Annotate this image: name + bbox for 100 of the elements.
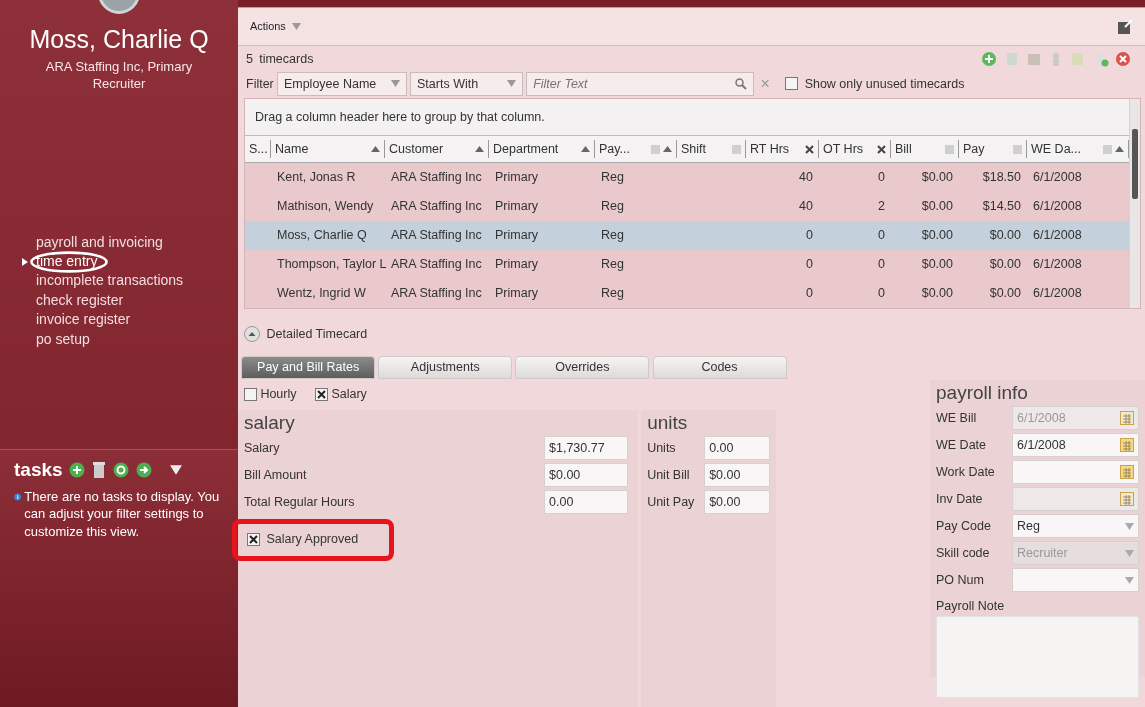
- sort-arrow-icon[interactable]: [581, 146, 590, 152]
- table-cell-text: Primary: [494, 198, 540, 216]
- checkbox[interactable]: [785, 77, 799, 91]
- sort-arrow-icon[interactable]: [663, 146, 672, 152]
- panel-title: payroll info: [936, 382, 1029, 405]
- table-cell-text: Primary: [494, 227, 540, 245]
- dropdown-icon: [169, 465, 182, 476]
- table-cell-text: 6/1/2008: [1032, 227, 1083, 245]
- collapse-icon[interactable]: [244, 326, 261, 343]
- checkbox[interactable]: [247, 532, 261, 546]
- dropdown-field[interactable]: [1012, 568, 1139, 593]
- nav-link[interactable]: po setup: [36, 329, 90, 350]
- field-label: Unit Pay: [647, 493, 696, 511]
- forward-icon[interactable]: [135, 462, 152, 479]
- tasks-message: There are no tasks to display. You can adjust your filter settings to customize this view.: [24, 487, 221, 541]
- note-field[interactable]: [936, 615, 1139, 698]
- column-header[interactable]: Bill: [891, 140, 959, 158]
- table-cell-text: 40: [798, 169, 814, 187]
- column-header[interactable]: Name: [271, 140, 385, 158]
- trash-icon[interactable]: [91, 461, 108, 480]
- column-header[interactable]: Shift: [677, 140, 746, 158]
- field-label: WE Bill: [936, 409, 978, 427]
- nav-link[interactable]: invoice register: [36, 310, 131, 330]
- search-icon[interactable]: [735, 77, 748, 90]
- nav-link[interactable]: payroll and invoicing: [36, 232, 163, 252]
- column-header[interactable]: RT Hrs: [746, 140, 819, 158]
- checkbox[interactable]: [315, 387, 329, 401]
- table-cell-text: Primary: [494, 169, 540, 187]
- column-header[interactable]: OT Hrs: [819, 140, 891, 158]
- refresh-icon[interactable]: [113, 462, 130, 479]
- table-cell-text: $18.50: [981, 169, 1022, 187]
- table-cell-text: $0.00: [920, 227, 954, 245]
- selected-arrow-icon: [22, 258, 28, 266]
- actions-menu[interactable]: Actions: [250, 18, 302, 35]
- filter-input[interactable]: Filter Text: [533, 74, 730, 94]
- text-field[interactable]: 0.00: [704, 436, 771, 461]
- table-cell-text: 0: [805, 285, 814, 303]
- date-field[interactable]: 6/1/2008: [1012, 433, 1139, 458]
- table-cell-text: 6/1/2008: [1032, 285, 1083, 303]
- table-cell-text: Reg: [600, 285, 625, 303]
- checkbox-label: Salary Approved: [266, 530, 359, 548]
- column-header[interactable]: WE Da...: [1027, 140, 1129, 158]
- field-label: Pay Code: [936, 517, 992, 535]
- text-field[interactable]: $0.00: [704, 463, 771, 488]
- table-cell-text: ARA Staffing Inc: [390, 285, 483, 303]
- table-cell-text: $0.00: [988, 285, 1022, 303]
- operator-select[interactable]: Starts With: [410, 71, 524, 96]
- table-cell-text: Reg: [600, 169, 625, 187]
- clear-filter-icon[interactable]: [877, 144, 886, 154]
- sort-arrow-icon[interactable]: [1115, 146, 1124, 152]
- table-cell-text: $0.00: [920, 256, 954, 274]
- nav-link[interactable]: incomplete transactions: [36, 271, 184, 291]
- tab[interactable]: Codes: [652, 355, 787, 379]
- table-row[interactable]: Mathison, Wendy ARA Staffing Inc Primary Reg 40 2 $0.00 $14.50 6/1/2008: [245, 192, 1129, 221]
- column-header[interactable]: Pay: [959, 140, 1027, 158]
- sort-arrow-icon[interactable]: [371, 146, 380, 152]
- table-row[interactable]: Wentz, Ingrid W ARA Staffing Inc Primary Reg 0 0 $0.00 $0.00 6/1/2008: [245, 279, 1129, 308]
- table-cell-text: Thompson, Taylor L: [276, 256, 385, 274]
- text-field[interactable]: $1,730.77: [544, 436, 628, 461]
- filter-field[interactable]: Filter Text: [526, 71, 755, 96]
- text-field[interactable]: $0.00: [544, 463, 628, 488]
- popout-icon[interactable]: [1117, 18, 1133, 35]
- clear-filter-icon[interactable]: [805, 144, 814, 154]
- table-cell-text: Primary: [494, 256, 540, 274]
- text-field[interactable]: $0.00: [704, 490, 771, 515]
- tab[interactable]: Overrides: [515, 355, 650, 379]
- field-label: Payroll Note: [936, 597, 1006, 615]
- checkbox[interactable]: [244, 387, 258, 401]
- calendar-icon[interactable]: [1120, 438, 1134, 453]
- tab[interactable]: Pay and Bill Rates: [241, 355, 376, 379]
- caret-icon: [292, 23, 302, 30]
- date-field[interactable]: [1012, 460, 1139, 485]
- field-label: Skill code: [936, 544, 991, 562]
- text-field[interactable]: 0.00: [544, 490, 628, 515]
- table-cell-text: 6/1/2008: [1032, 198, 1083, 216]
- table-cell-text: $0.00: [920, 169, 954, 187]
- sort-arrow-icon[interactable]: [475, 146, 484, 152]
- nav-link[interactable]: check register: [36, 290, 124, 311]
- column-header[interactable]: Customer: [385, 140, 489, 158]
- column-header[interactable]: Pay...: [595, 140, 677, 158]
- column-select[interactable]: Employee Name: [276, 71, 407, 96]
- add-icon[interactable]: [68, 462, 85, 479]
- dropdown-field[interactable]: Reg: [1012, 514, 1139, 539]
- table-cell-text: ARA Staffing Inc: [390, 198, 483, 216]
- table-cell-text: ARA Staffing Inc: [390, 227, 483, 245]
- delete-icon[interactable]: [1114, 51, 1131, 68]
- table-cell-text: 6/1/2008: [1032, 169, 1083, 187]
- table-row[interactable]: Thompson, Taylor L ARA Staffing Inc Primary Reg 0 0 $0.00 $0.00 6/1/2008: [245, 250, 1129, 279]
- table-cell-text: $0.00: [920, 198, 954, 216]
- timecard-count-label: timecards: [259, 51, 314, 68]
- column-header[interactable]: S...: [245, 140, 271, 158]
- checkbox-label: Show only unused timecards: [804, 75, 965, 93]
- table-row[interactable]: Kent, Jonas R ARA Staffing Inc Primary Reg 40 0 $0.00 $18.50 6/1/2008: [245, 163, 1129, 192]
- calendar-icon[interactable]: [1120, 465, 1134, 480]
- column-header[interactable]: Department: [489, 140, 595, 158]
- table-row[interactable]: Moss, Charlie Q ARA Staffing Inc Primary Reg 0 0 $0.00 $0.00 6/1/2008: [245, 221, 1129, 250]
- field-label: Unit Bill: [647, 466, 691, 484]
- scrollbar[interactable]: [1130, 99, 1140, 308]
- table-cell-text: 0: [805, 227, 814, 245]
- tab[interactable]: Adjustments: [378, 355, 513, 379]
